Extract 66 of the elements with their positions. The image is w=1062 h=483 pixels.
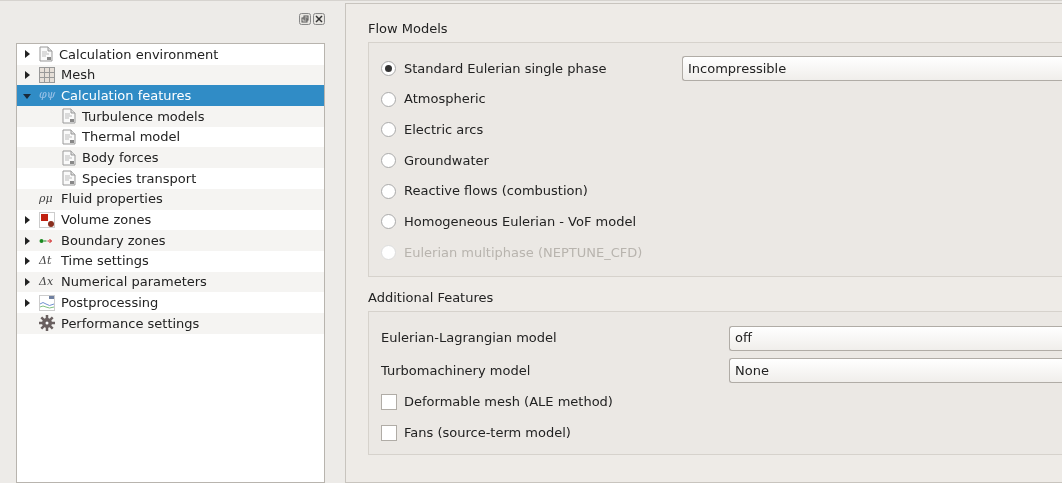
tree-item-label: Calculation features: [61, 86, 192, 105]
collapsed-arrow-icon[interactable]: [23, 257, 31, 266]
tree-item[interactable]: Body forces: [17, 147, 324, 169]
arrows-icon: [39, 237, 53, 244]
checkbox[interactable]: Deformable mesh (ALE method): [381, 392, 613, 412]
radio-button[interactable]: [381, 152, 396, 168]
collapsed-arrow-icon[interactable]: [23, 215, 31, 224]
tree-item-label: Boundary zones: [61, 231, 166, 250]
radio-button[interactable]: [381, 183, 396, 199]
dropdown[interactable]: Incompressible: [682, 55, 1062, 81]
tree-item-label: Postprocessing: [61, 293, 159, 312]
tree-item[interactable]: ρμ Fluid properties: [17, 188, 324, 210]
radio-label: Standard Eulerian single phase: [404, 59, 607, 78]
document-icon: [62, 149, 76, 166]
collapsed-arrow-icon[interactable]: [23, 298, 31, 307]
graph-icon: [39, 294, 55, 311]
radio-label: Atmospheric: [404, 90, 486, 109]
tree-item[interactable]: φψ Calculation features: [17, 85, 324, 107]
float-window-icon[interactable]: [299, 13, 311, 25]
tree-item-label: Performance settings: [61, 314, 200, 333]
document-icon: [62, 129, 76, 146]
tree-item-label: Mesh: [61, 66, 96, 85]
tree-item-label: Turbulence models: [82, 107, 205, 126]
document-icon: [62, 170, 76, 187]
tree-item[interactable]: Performance settings: [17, 312, 324, 334]
tree-item[interactable]: Boundary zones: [17, 230, 324, 251]
tree-item-label: Fluid properties: [61, 190, 163, 209]
collapsed-arrow-icon[interactable]: [23, 71, 31, 80]
radio-button[interactable]: [381, 122, 396, 138]
tree-item-label: Species transport: [82, 169, 197, 188]
collapsed-arrow-icon[interactable]: [23, 277, 31, 286]
math-symbol-icon: Δt: [39, 252, 55, 270]
tree-item[interactable]: Mesh: [17, 64, 324, 86]
close-icon[interactable]: [313, 13, 325, 25]
tree-item-label: Time settings: [61, 252, 149, 271]
tree-item[interactable]: Δx Numerical parameters: [17, 271, 324, 293]
document-icon: [39, 46, 53, 63]
field-label: Turbomachinery model: [381, 361, 532, 380]
tree-item-label: Volume zones: [61, 211, 152, 230]
group-title: Additional Features: [368, 289, 495, 308]
radio-label: Homogeneous Eulerian - VoF model: [404, 213, 637, 232]
tree-item-label: Thermal model: [82, 128, 181, 147]
radio-label: Reactive flows (combustion): [404, 182, 588, 201]
checkbox[interactable]: Fans (source-term model): [381, 422, 571, 443]
grid-icon: [39, 67, 55, 84]
document-icon: [62, 108, 76, 125]
collapsed-arrow-icon[interactable]: [23, 50, 31, 59]
dropdown[interactable]: None: [729, 358, 1062, 384]
math-symbol-icon: φψ: [39, 87, 55, 104]
dropdown[interactable]: off: [729, 325, 1062, 351]
radio-label: Electric arcs: [404, 120, 484, 139]
radio-button[interactable]: [381, 91, 396, 107]
tree-item-label: Body forces: [82, 149, 159, 168]
group-title: Flow Models: [368, 20, 449, 39]
gear-icon: [39, 315, 55, 332]
tree-item-label: Numerical parameters: [61, 273, 207, 292]
expanded-arrow-icon[interactable]: [23, 91, 31, 100]
collapsed-arrow-icon[interactable]: [23, 236, 31, 245]
field-label: Eulerian-Lagrangian model: [381, 329, 558, 348]
radio-button[interactable]: [381, 214, 396, 230]
radio-label: Groundwater: [404, 151, 489, 170]
math-symbol-icon: ρμ: [39, 190, 55, 208]
tree-item[interactable]: Turbulence models: [17, 106, 324, 127]
tree-item-label: Calculation environment: [59, 45, 219, 64]
radio-button[interactable]: [381, 60, 396, 76]
math-symbol-icon: Δx: [39, 273, 55, 291]
